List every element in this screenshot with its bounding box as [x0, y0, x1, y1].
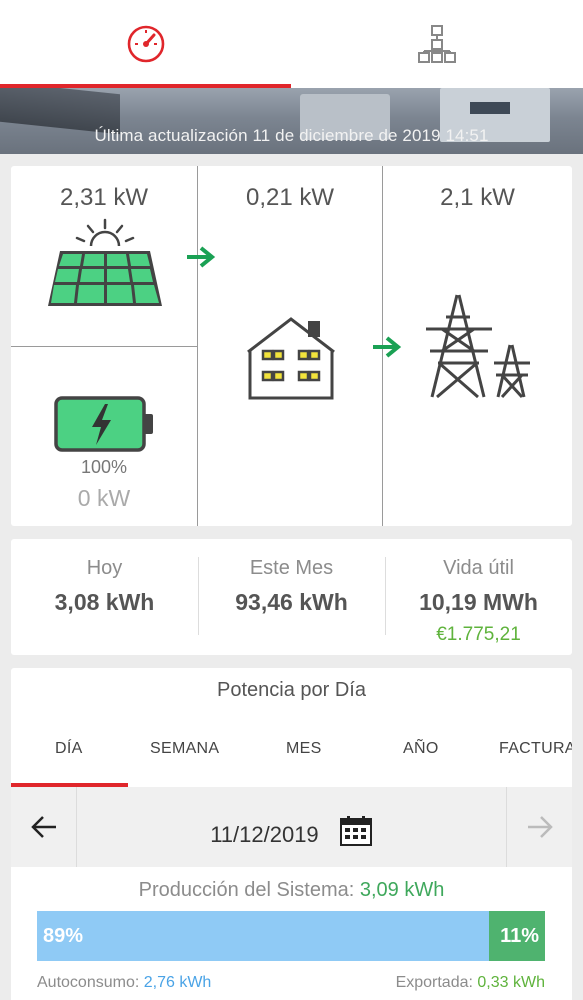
self-consumption-percent: 89% — [43, 925, 84, 947]
tab-invoice[interactable]: FACTURA — [499, 740, 572, 758]
flow-divider — [11, 346, 197, 347]
energy-flow-card[interactable]: 2,31 kW 100% 0 kW 0,21 kW 2,1 kW — [11, 166, 572, 526]
solar-panel-icon — [48, 218, 162, 306]
tab-year[interactable]: AÑO — [403, 740, 439, 758]
gauge-icon — [127, 25, 164, 63]
selected-date[interactable]: 11/12/2019 — [11, 815, 572, 848]
grid-power: 2,1 kW — [440, 184, 515, 211]
network-layout-icon — [418, 25, 456, 63]
system-production: Producción del Sistema: 3,09 kWh — [11, 879, 572, 902]
card-title: Potencia por Día — [217, 679, 366, 701]
period-tabs: DÍA SEMANA MES AÑO FACTURA — [11, 728, 572, 788]
self-consumption-legend: Autoconsumo: 2,76 kWh — [37, 974, 211, 992]
calendar-icon[interactable] — [339, 815, 373, 847]
house-icon — [247, 317, 335, 400]
home-power: 0,21 kW — [245, 184, 335, 211]
stat-value: 3,08 kWh — [54, 589, 155, 615]
production-value: 3,09 kWh — [359, 879, 445, 901]
tab-dashboard[interactable] — [0, 0, 291, 88]
export-label: Exportada: — [395, 974, 473, 991]
battery-charging-icon — [54, 396, 153, 452]
self-consumption-label: Autoconsumo: — [37, 974, 140, 991]
last-update-text: Última actualización 11 de diciembre de … — [94, 126, 489, 145]
flow-divider — [197, 166, 198, 526]
date-navigator: 11/12/2019 — [11, 787, 572, 867]
tab-week[interactable]: SEMANA — [150, 740, 219, 758]
power-per-day-card: Potencia por Día DÍA SEMANA MES AÑO FACT… — [11, 668, 572, 1000]
next-day-button[interactable] — [506, 787, 572, 867]
stat-value: 93,46 kWh — [235, 589, 348, 615]
self-consumption-segment: 89% — [37, 911, 490, 961]
stat-label: Vida útil — [443, 557, 514, 579]
energy-stats-card: Hoy 3,08 kWh Este Mes 93,46 kWh Vida úti… — [11, 539, 572, 655]
arrow-right-icon — [187, 246, 216, 268]
battery-charge: 100% — [80, 457, 128, 477]
consumption-split-bar: 89% 11% — [37, 911, 545, 961]
export-segment: 11% — [489, 911, 545, 961]
export-legend: Exportada: 0,33 kWh — [396, 974, 545, 992]
stat-value: 10,19 MWh — [419, 589, 538, 615]
power-tower-icon — [426, 294, 530, 399]
top-tab-bar — [0, 0, 583, 88]
battery-power: 0 kW — [77, 485, 131, 511]
stat-label: Este Mes — [249, 557, 334, 579]
tab-month[interactable]: MES — [286, 740, 322, 758]
solar-power: 2,31 kW — [59, 184, 149, 211]
tab-day[interactable]: DÍA — [55, 740, 83, 758]
production-label: Producción del Sistema: — [138, 879, 355, 901]
date-value: 11/12/2019 — [210, 822, 319, 847]
self-consumption-value: 2,76 kWh — [143, 974, 212, 991]
stat-label: Hoy — [86, 557, 123, 579]
export-percent: 11% — [500, 925, 539, 947]
tab-layout[interactable] — [291, 0, 583, 88]
arrow-right-icon — [527, 816, 553, 838]
export-value: 0,33 kWh — [477, 974, 545, 991]
arrow-right-icon — [373, 336, 402, 358]
lifetime-savings: €1.775,21 — [436, 624, 521, 645]
site-banner: Última actualización 11 de diciembre de … — [0, 88, 583, 154]
